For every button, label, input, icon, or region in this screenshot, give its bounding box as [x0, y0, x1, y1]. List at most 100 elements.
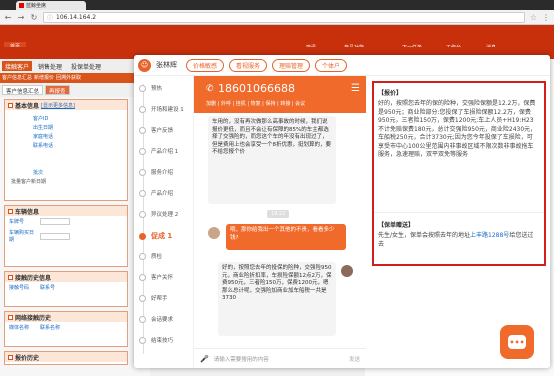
quote-history-title: 报价历史	[15, 354, 40, 362]
knowledge-divider	[374, 212, 544, 213]
crumb-summary[interactable]: 客户信息汇总	[2, 85, 44, 95]
agent-message: 车用的，没有再次做那么高事故的时候，我们说报价更低，而且不会让有保障的85%的车…	[208, 116, 336, 204]
stage-item[interactable]: 客户反馈	[139, 126, 173, 134]
collapse-toggle-icon[interactable]	[8, 208, 13, 214]
message-input[interactable]: 请输入需要搜用的内容	[214, 355, 344, 363]
stage-dot-icon	[139, 84, 146, 92]
nav-policy[interactable]: 投保单处理	[68, 61, 104, 71]
online-history-header: 网络接触历史	[5, 312, 127, 322]
tag-service[interactable]: 看视服务	[229, 58, 268, 72]
subnav-fetch[interactable]: 回溯外获取	[56, 74, 81, 82]
stage-label: 质检	[151, 254, 163, 260]
tab-title: 蓝鲸坐席	[26, 3, 47, 9]
browser-menu-icon[interactable]: ⋮	[542, 13, 550, 22]
plate-input[interactable]	[40, 218, 70, 225]
quote-card: 【报价】 好的，按照您去年的保的险种，交强险保额是12.2万，保费是950元；商…	[374, 85, 542, 163]
stage-label: 产品介绍 1	[151, 149, 179, 155]
quote-history-section: 报价历史	[4, 351, 128, 365]
forward-arrow-icon[interactable]: →	[17, 13, 25, 22]
stage-timeline: 预热 开场和建设 1 客户反馈 产品介绍 1 服务介绍 产品介绍 异议处理 2 …	[134, 76, 194, 368]
sales-assistant-modal: ☺ 张林辉 价格敏感 看视服务 理赔管理 个体户 预热 开场和建设 1 客户反馈…	[134, 55, 550, 368]
message-input-bar: 🎤 请输入需要搜用的内容 发送	[194, 348, 366, 368]
nav-contact-customer[interactable]: 接触客户	[2, 61, 33, 71]
field-customer-id: 客户ID	[33, 116, 49, 122]
stage-item[interactable]: 好帮手	[139, 294, 168, 302]
stage-item[interactable]: 产品介绍	[139, 189, 173, 197]
modal-header: ☺ 张林辉 价格敏感 看视服务 理赔管理 个体户	[134, 55, 550, 76]
vehicle-plate-row: 车牌号	[5, 216, 127, 227]
browser-tab[interactable]: 蓝鲸坐席	[16, 1, 86, 10]
chat-bubble-icon: •••	[508, 335, 526, 349]
show-more-link[interactable]: [显示更多信息]	[41, 102, 75, 109]
contact-history-title: 接触历史信息	[15, 274, 52, 282]
tag-self-employed[interactable]: 个体户	[315, 58, 348, 72]
agent-quote-message: 好的，按照您去年的投保的险种，交强险950元，商业险折扣率，车损险保额12点2万…	[218, 262, 336, 336]
collapse-toggle-icon[interactable]	[8, 354, 13, 360]
gift-address-link[interactable]: 上丰路1288号	[470, 232, 509, 239]
stage-label: 异议处理 2	[151, 212, 179, 218]
stage-item[interactable]: 异议处理 2	[139, 210, 178, 218]
timeline-line	[143, 84, 144, 354]
stage-dot-active-icon	[139, 232, 146, 240]
stage-item[interactable]: 服务介绍	[139, 168, 173, 176]
field-batch: 批次	[33, 170, 44, 176]
chat-fab-button[interactable]: •••	[500, 325, 534, 359]
online-history-section: 网络接触历史 媒体名称 联系名称	[4, 311, 128, 347]
stage-dot-icon	[139, 105, 146, 113]
contact-number-label: 接触号码	[9, 285, 30, 291]
stage-item[interactable]: 质检	[139, 252, 162, 260]
tag-claims[interactable]: 理赔管理	[272, 58, 311, 72]
vehicle-date-row: 车辆购买日期	[5, 227, 127, 245]
stage-item[interactable]: 开场和建设 1	[139, 105, 184, 113]
stage-dot-icon	[139, 273, 146, 281]
reload-icon[interactable]: ↻	[30, 13, 38, 22]
field-home-phone: 家庭电话	[33, 134, 54, 140]
media-name-label: 媒体名称	[9, 325, 30, 331]
stage-dot-icon	[139, 168, 146, 176]
tag-price-sensitive[interactable]: 价格敏感	[186, 58, 225, 72]
purchase-date-input[interactable]	[40, 232, 70, 240]
stage-item[interactable]: 预热	[139, 84, 162, 92]
microphone-icon[interactable]: 🎤	[200, 355, 209, 363]
stage-dot-icon	[139, 126, 146, 134]
stage-item[interactable]: 客户关怀	[139, 273, 173, 281]
menu-icon[interactable]: ☰	[351, 83, 360, 94]
stage-item[interactable]: 产品介绍 1	[139, 147, 178, 155]
customer-message: 哦，那你给我出一个其他的不贵，看看多少钱?	[226, 224, 346, 250]
contact-name-label: 联系名称	[40, 325, 61, 331]
url-field[interactable]: ⓘ 106.14.164.2	[43, 11, 525, 23]
message-timestamp: 19:22	[267, 210, 290, 218]
stage-label: 客户反馈	[151, 128, 174, 134]
back-arrow-icon[interactable]: ←	[4, 13, 12, 22]
crumb-requery[interactable]: 再报查	[45, 85, 70, 95]
subnav-summary[interactable]: 客户信息汇总	[2, 74, 32, 82]
collapse-toggle-icon[interactable]	[8, 274, 13, 280]
favicon-icon	[19, 3, 24, 8]
url-text: 106.14.164.2	[56, 13, 97, 21]
call-controls[interactable]: 加删 | 外呼 | 挂机 | 恢复 | 保持 | 转接 | 会议	[206, 100, 305, 107]
stage-item-active[interactable]: 促成 1	[139, 231, 172, 241]
nav-sales[interactable]: 销售处理	[35, 61, 65, 71]
contact-history-section: 接触历史信息 接触号码 联系号	[4, 271, 128, 307]
stage-dot-icon	[139, 147, 146, 155]
stage-item[interactable]: 会话要求	[139, 315, 173, 323]
field-batch-date: 批量客户新日期	[11, 179, 47, 185]
breadcrumb: 客户信息汇总 再报查	[2, 85, 150, 95]
collapse-toggle-icon[interactable]	[8, 314, 13, 320]
phone-bar: ✆ 18601066688 ☰ 加删 | 外呼 | 挂机 | 恢复 | 保持 |…	[194, 76, 366, 113]
purchase-date-label: 车辆购买日期	[9, 230, 35, 243]
page-info-icon: ⓘ	[47, 14, 54, 22]
send-button[interactable]: 发送	[349, 355, 360, 363]
stage-item[interactable]: 结束技巧	[139, 336, 173, 344]
app-header: 首页 商讯 产品功能 下一任务 工作台 消息	[0, 25, 554, 51]
chat-panel: ✆ 18601066688 ☰ 加删 | 外呼 | 挂机 | 恢复 | 保持 |…	[194, 76, 366, 368]
gift-card-body: 先生/女生，保单会按照去年的地址上丰路1288号给您送过去	[378, 232, 538, 249]
stage-label: 预热	[151, 86, 163, 92]
subnav-new-quote[interactable]: 新增报价	[34, 74, 54, 82]
customer-avatar	[207, 226, 221, 240]
gift-text-a: 先生/女生，保单会按照去年的地址	[378, 232, 471, 239]
collapse-toggle-icon[interactable]	[8, 102, 13, 108]
stage-label: 开场和建设 1	[151, 107, 184, 113]
address-bar-row: ← → ↻ ⓘ 106.14.164.2 ☆ ⋮	[0, 10, 554, 25]
bookmark-star-icon[interactable]: ☆	[530, 13, 537, 22]
